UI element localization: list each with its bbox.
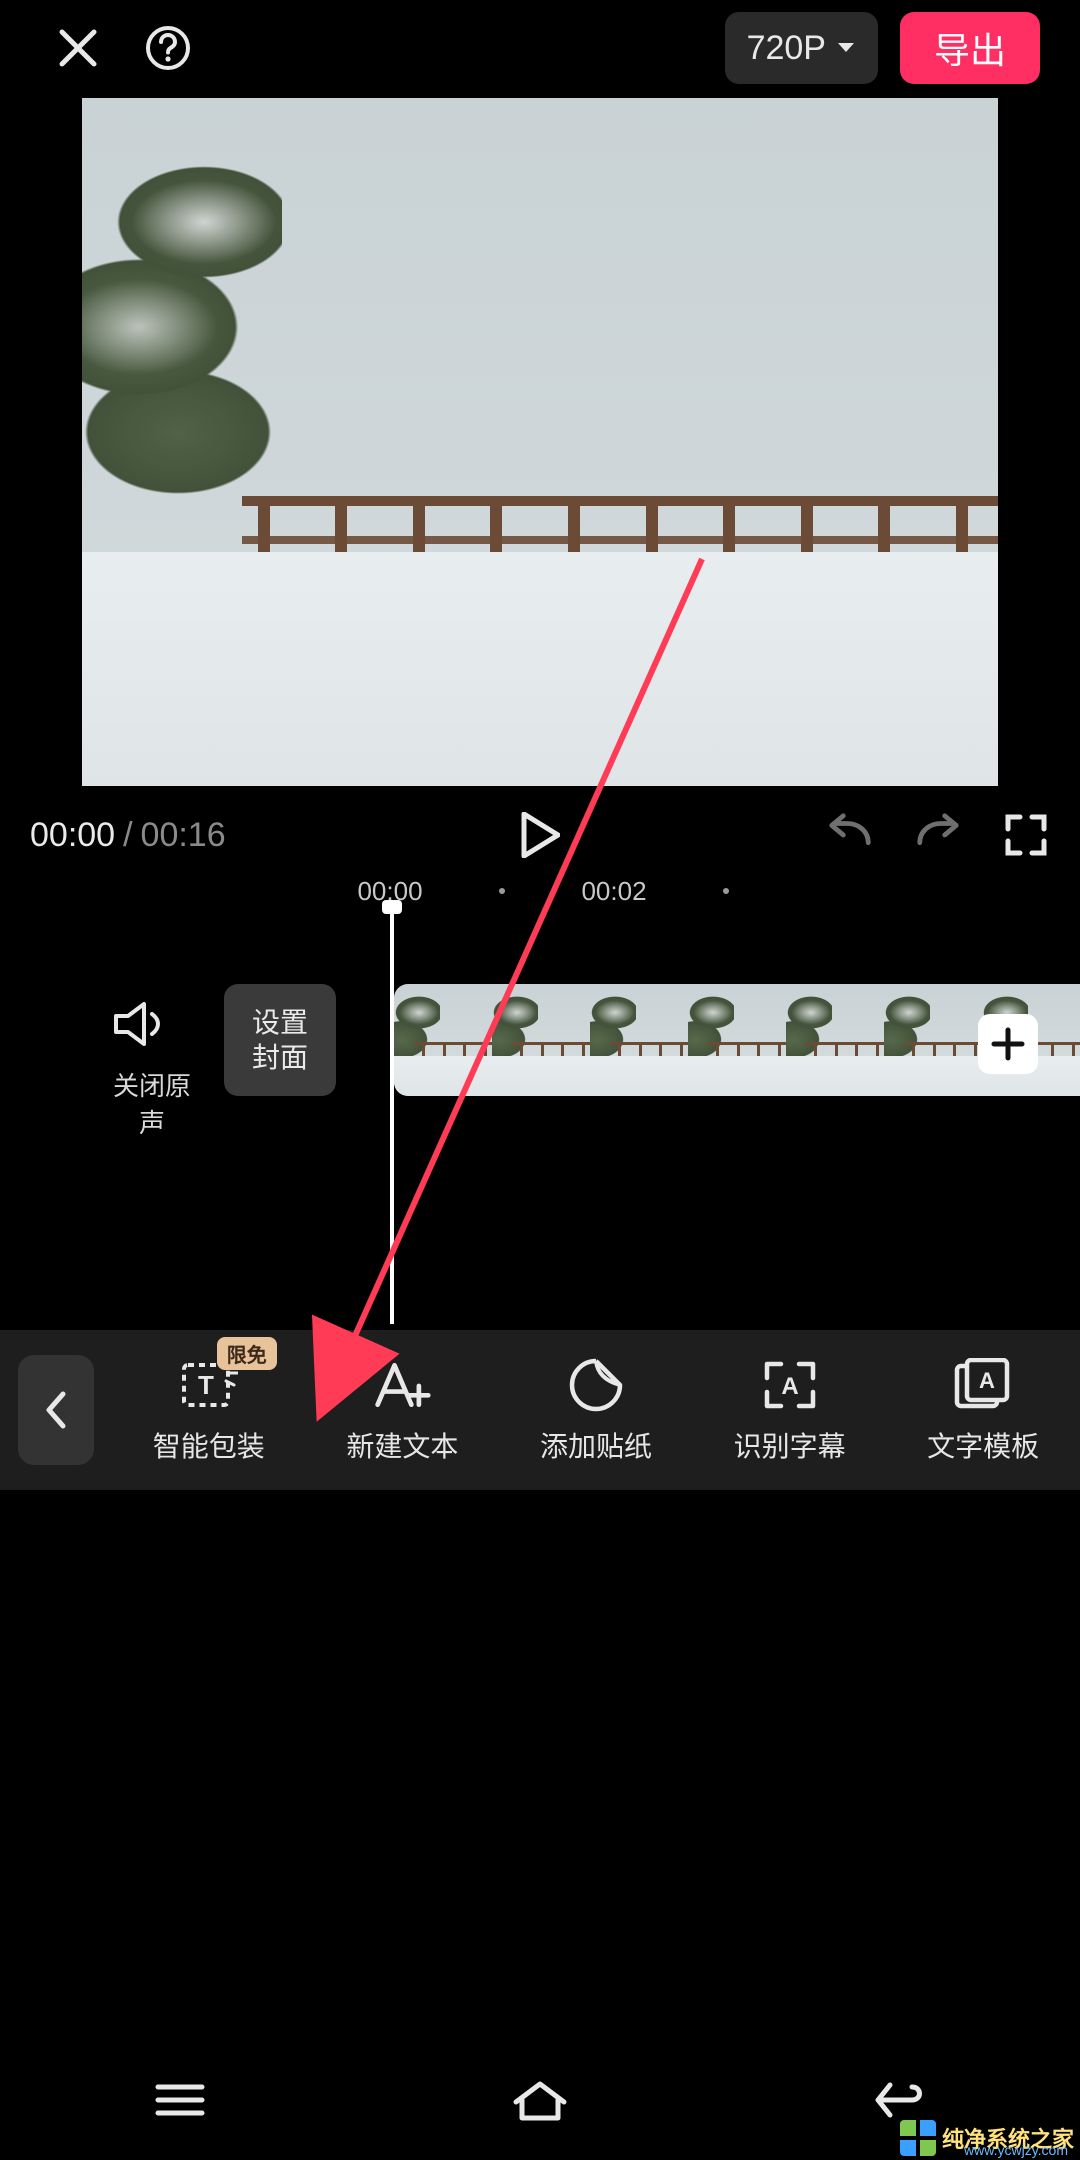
tool-label: 智能包装 [153, 1425, 265, 1465]
ruler-tick: 00:02 [581, 876, 646, 907]
play-button[interactable] [516, 811, 564, 859]
preview-frame [82, 98, 998, 786]
svg-text:A: A [781, 1373, 798, 1400]
mute-original-button[interactable]: 关闭原声 [112, 1000, 192, 1140]
text-smart-icon: T 限免 [179, 1355, 239, 1415]
tool-label: 识别字幕 [734, 1425, 846, 1465]
svg-text:A: A [979, 1368, 995, 1393]
close-icon[interactable] [50, 20, 106, 76]
plus-icon [991, 1027, 1025, 1061]
toolbar-back-button[interactable] [18, 1355, 94, 1465]
transport-bar: 00:00 / 00:16 [0, 800, 1080, 870]
tool-smart-package[interactable]: T 限免 智能包装 [112, 1355, 306, 1465]
clip-thumb [786, 984, 884, 1096]
timeline-ruler[interactable]: 00:00 00:02 [0, 876, 1080, 916]
clip-thumb [688, 984, 786, 1096]
duration: 00:16 [141, 816, 226, 855]
clip-thumb [394, 984, 492, 1096]
tool-new-text[interactable]: 新建文本 [306, 1355, 500, 1465]
sticker-icon [566, 1355, 626, 1415]
tool-recognize-subtitles[interactable]: A 识别字幕 [693, 1355, 887, 1465]
add-clip-button[interactable] [978, 1014, 1038, 1074]
clip-thumb [590, 984, 688, 1096]
export-button[interactable]: 导出 [900, 12, 1040, 84]
export-label: 导出 [934, 22, 1006, 74]
chevron-down-icon [836, 41, 856, 55]
speaker-icon [112, 1000, 170, 1048]
nav-home-button[interactable] [495, 2070, 585, 2130]
redo-button[interactable] [914, 811, 962, 859]
text-template-icon: A [953, 1355, 1013, 1415]
menu-icon [154, 2081, 206, 2119]
tool-text-template[interactable]: A 文字模板 [886, 1355, 1080, 1465]
home-icon [510, 2078, 570, 2122]
set-cover-label: 设置 封面 [252, 1005, 308, 1075]
undo-button[interactable] [826, 811, 874, 859]
ruler-dot [499, 888, 505, 894]
svg-text:T: T [198, 1370, 214, 1400]
nav-menu-button[interactable] [135, 2070, 225, 2130]
bottom-toolbar: T 限免 智能包装 新建文本 添加贴纸 A 识别字幕 A 文字模板 [0, 1330, 1080, 1490]
clip-thumb [492, 984, 590, 1096]
current-time: 00:00 [30, 816, 115, 855]
time-separator: / [115, 816, 140, 855]
watermark-url: www.ycwjzy.com [964, 2142, 1068, 2158]
fullscreen-button[interactable] [1002, 811, 1050, 859]
watermark-logo-icon [900, 2120, 936, 2156]
playhead[interactable] [390, 906, 394, 1324]
ruler-dot [723, 888, 729, 894]
resolution-selector[interactable]: 720P [725, 12, 878, 84]
video-preview[interactable] [82, 98, 998, 786]
chevron-left-icon [43, 1390, 69, 1430]
tool-label: 文字模板 [927, 1425, 1039, 1465]
set-cover-button[interactable]: 设置 封面 [224, 984, 336, 1096]
tool-add-sticker[interactable]: 添加贴纸 [499, 1355, 693, 1465]
back-icon [872, 2079, 928, 2121]
watermark: 纯净系统之家 www.ycwjzy.com [900, 2120, 1074, 2156]
clip-thumb [884, 984, 982, 1096]
top-bar: 720P 导出 [0, 0, 1080, 96]
tool-label: 添加贴纸 [540, 1425, 652, 1465]
help-icon[interactable] [140, 20, 196, 76]
mute-label: 关闭原声 [112, 1066, 192, 1140]
resolution-label: 720P [747, 29, 826, 68]
subtitle-icon: A [760, 1355, 820, 1415]
tool-label: 新建文本 [346, 1425, 458, 1465]
free-badge: 限免 [217, 1337, 277, 1370]
text-add-icon [372, 1355, 432, 1415]
